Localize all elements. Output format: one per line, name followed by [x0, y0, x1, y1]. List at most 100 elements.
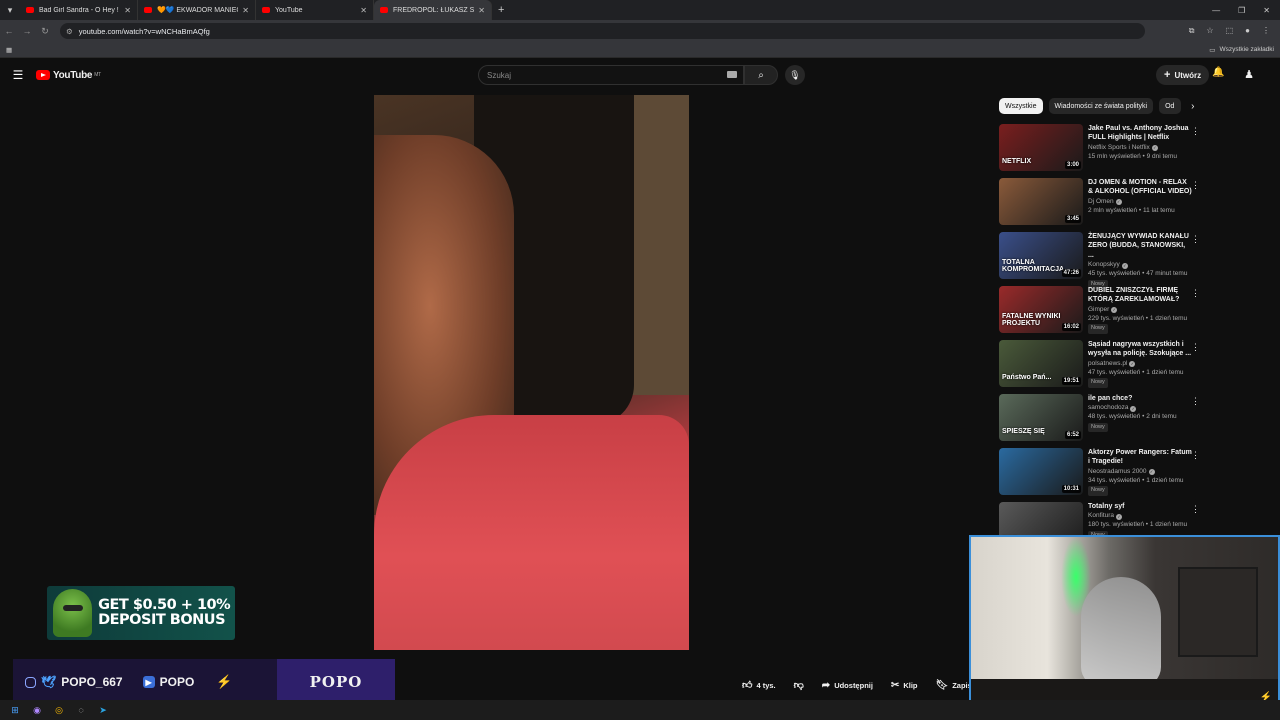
channel-name[interactable]: Konopskyy	[1088, 261, 1120, 270]
obs-icon[interactable]: ◌	[74, 703, 88, 717]
webcam-overlay: ⚡	[969, 535, 1280, 711]
more-options-icon[interactable]: ⋮	[1191, 342, 1200, 353]
hamburger-menu-icon[interactable]: ☰	[0, 68, 36, 82]
video-thumbnail[interactable]: NETFLIX 3:00	[999, 124, 1083, 171]
recommendation-item[interactable]: TOTALNA KOMPROMITACJA 47:26 ŻENUJĄCY WYW…	[999, 232, 1204, 290]
search-button[interactable]: ⌕	[744, 65, 778, 85]
video-thumbnail[interactable]: 3:45	[999, 178, 1083, 225]
video-duration: 47:26	[1061, 269, 1081, 277]
extensions-icon[interactable]: ⬚	[1226, 26, 1234, 36]
close-window-icon[interactable]: ✕	[1263, 6, 1270, 15]
profile-icon[interactable]: ●	[1245, 26, 1250, 36]
maximize-icon[interactable]: ❐	[1238, 6, 1245, 15]
windows-start-icon[interactable]: ⊞	[8, 703, 22, 717]
recommendation-item[interactable]: NETFLIX 3:00 Jake Paul vs. Anthony Joshu…	[999, 124, 1204, 178]
video-title[interactable]: Jake Paul vs. Anthony Joshua FULL Highli…	[1088, 124, 1192, 143]
video-title[interactable]: ile pan chce?	[1088, 394, 1192, 403]
video-title[interactable]: Aktorzy Power Rangers: Fatum i Tragedie!	[1088, 448, 1192, 467]
menu-icon[interactable]: ⋮	[1262, 26, 1270, 36]
video-title[interactable]: Totalny syf	[1088, 502, 1192, 511]
chip-all[interactable]: Wszystkie	[999, 98, 1043, 114]
browser-tab-4[interactable]: FREDROPOL: ŁUKASZ S. lat 33 |✕	[374, 0, 492, 20]
plus-icon: +	[1164, 69, 1171, 81]
video-meta: DJ OMEN & MOTION - RELAX & ALKOHOL (OFFI…	[1088, 178, 1192, 232]
app-icon[interactable]: ◉	[30, 703, 44, 717]
video-thumbnail[interactable]: TOTALNA KOMPROMITACJA 47:26	[999, 232, 1083, 279]
video-title[interactable]: Sąsiad nagrywa wszystkich i wysyła na po…	[1088, 340, 1192, 359]
chrome-icon[interactable]: ◎	[52, 703, 66, 717]
more-options-icon[interactable]: ⋮	[1191, 126, 1200, 137]
browser-tab-2[interactable]: 🧡💙 EKWADOR MANIECZKI ✕	[138, 0, 256, 20]
chip-from[interactable]: Od	[1159, 98, 1182, 114]
voice-search-button[interactable]: 🎙	[785, 65, 805, 85]
video-player[interactable]	[374, 95, 689, 650]
more-options-icon[interactable]: ⋮	[1191, 288, 1200, 299]
more-options-icon[interactable]: ⋮	[1191, 450, 1200, 461]
recommendation-item[interactable]: FATALNE WYNIKI PROJEKTU 16:02 DUBIEL ZNI…	[999, 286, 1204, 340]
browser-tab-3[interactable]: YouTube ✕	[256, 0, 374, 20]
video-title[interactable]: DUBIEL ZNISZCZYŁ FIRMĘ KTÓRĄ ZAREKLAMOWA…	[1088, 286, 1192, 305]
more-options-icon[interactable]: ⋮	[1191, 234, 1200, 245]
dislike-button[interactable]: 👎︎	[788, 676, 810, 694]
create-button[interactable]: + Utwórz	[1156, 65, 1210, 85]
youtube-favicon-icon	[26, 7, 34, 13]
recommendation-item[interactable]: 10:31 Aktorzy Power Rangers: Fatum i Tra…	[999, 448, 1204, 502]
recommendation-item[interactable]: SPIESZĘ SIĘ 6:52 ile pan chce? samochodo…	[999, 394, 1204, 448]
close-icon[interactable]: ✕	[242, 6, 249, 15]
channel-name[interactable]: Konfitura	[1088, 512, 1114, 521]
clip-button[interactable]: ✂ Klip	[885, 676, 924, 694]
share-button[interactable]: ➦ Udostępnij	[816, 676, 879, 694]
close-icon[interactable]: ✕	[124, 6, 131, 15]
more-options-icon[interactable]: ⋮	[1191, 396, 1200, 407]
video-title[interactable]: ŻENUJĄCY WYWIAD KANAŁU ZERO (BUDDA, STAN…	[1088, 232, 1192, 260]
address-bar-row: ← → ↻ ⚙ youtube.com/watch?v=wNCHaBmAQfg …	[0, 20, 1280, 42]
like-count: 4 tys.	[756, 680, 776, 690]
more-options-icon[interactable]: ⋮	[1191, 180, 1200, 191]
recommendation-item[interactable]: 3:45 DJ OMEN & MOTION - RELAX & ALKOHOL …	[999, 178, 1204, 232]
channel-name[interactable]: Gimper	[1088, 306, 1109, 315]
apps-icon[interactable]: ▦	[6, 46, 12, 54]
video-thumbnail[interactable]: Państwo Pań... 19:51	[999, 340, 1083, 387]
site-info-icon[interactable]: ⚙	[66, 27, 73, 36]
channel-name[interactable]: Dj Omen	[1088, 198, 1114, 207]
chevron-right-icon[interactable]: ›	[1191, 101, 1194, 112]
close-icon[interactable]: ✕	[360, 6, 367, 15]
reload-icon[interactable]: ↻	[36, 26, 54, 37]
channel-row: Netflix Sports i Netflix ✓	[1088, 144, 1192, 153]
notifications-bell-icon[interactable]: 🔔	[1212, 67, 1224, 78]
more-options-icon[interactable]: ⋮	[1191, 504, 1200, 515]
video-thumbnail[interactable]: FATALNE WYNIKI PROJEKTU 16:02	[999, 286, 1083, 333]
new-tab-icon[interactable]: +	[498, 4, 504, 16]
recommendation-item[interactable]: Państwo Pań... 19:51 Sąsiad nagrywa wszy…	[999, 340, 1204, 394]
minimize-icon[interactable]: —	[1212, 6, 1220, 15]
url-text: youtube.com/watch?v=wNCHaBmAQfg	[78, 26, 210, 36]
video-thumbnail[interactable]: 10:31	[999, 448, 1083, 495]
channel-name[interactable]: Neostradamus 2000	[1088, 468, 1147, 477]
channel-name[interactable]: polsatnews.pl	[1088, 360, 1127, 369]
all-bookmarks[interactable]: ▭ Wszystkie zakładki	[1209, 46, 1274, 54]
channel-name[interactable]: samochodoza	[1088, 404, 1128, 413]
back-icon[interactable]: ←	[0, 26, 18, 36]
bookmark-star-icon[interactable]: ☆	[1206, 26, 1213, 36]
like-button[interactable]: 👍︎ 4 tys.	[736, 676, 782, 694]
search-input[interactable]: Szukaj	[478, 65, 744, 85]
shelf	[1178, 567, 1258, 657]
forward-icon[interactable]: →	[18, 26, 36, 36]
url-field[interactable]: ⚙ youtube.com/watch?v=wNCHaBmAQfg	[60, 23, 1145, 39]
close-icon[interactable]: ✕	[478, 6, 485, 15]
video-title[interactable]: DJ OMEN & MOTION - RELAX & ALKOHOL (OFFI…	[1088, 178, 1192, 197]
youtube-logo[interactable]: YouTube MT	[36, 70, 101, 81]
install-icon[interactable]: ⧉	[1189, 26, 1195, 36]
tab-search-icon[interactable]: ▾	[0, 0, 20, 20]
tab-title: YouTube	[275, 6, 303, 14]
telegram-icon[interactable]: ➤	[96, 703, 110, 717]
verified-icon: ✓	[1111, 307, 1118, 314]
avatar[interactable]: ♟	[1242, 68, 1256, 82]
video-stats: 229 tys. wyświetleń • 1 dzień temu	[1088, 314, 1188, 322]
video-thumbnail[interactable]: SPIESZĘ SIĘ 6:52	[999, 394, 1083, 441]
browser-tab-1[interactable]: Bad Girl Sandra - O Hey ! - YouTu ✕	[20, 0, 138, 20]
chip-politics[interactable]: Wiadomości ze świata polityki	[1048, 98, 1154, 114]
keyboard-icon[interactable]	[727, 71, 737, 78]
channel-name[interactable]: Netflix Sports i Netflix	[1088, 144, 1150, 153]
video-stats: 48 tys. wyświetleń • 2 dni temu	[1088, 413, 1177, 421]
